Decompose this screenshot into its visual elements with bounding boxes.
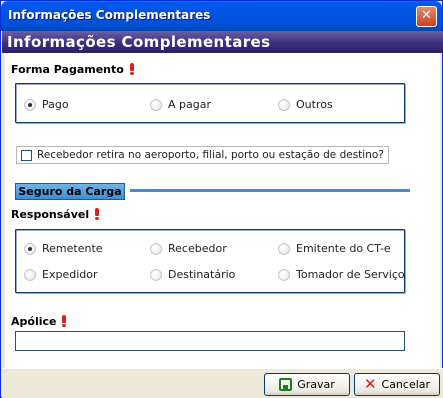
save-icon [279, 378, 293, 391]
radio-icon [24, 268, 36, 281]
header-band: Informações Complementares [2, 31, 443, 53]
radio-label: A pagar [168, 98, 211, 111]
payment-option-outros[interactable]: Outros [278, 98, 333, 111]
radio-icon [278, 242, 290, 255]
save-button[interactable]: Gravar [264, 373, 350, 396]
cancel-button-label: Cancelar [381, 378, 431, 391]
close-icon: ✕ [421, 8, 432, 23]
header-title: Informações Complementares [7, 33, 271, 51]
radio-label: Emitente do CT-e [296, 242, 391, 255]
responsible-option-expedidor[interactable]: Expedidor [24, 268, 97, 281]
radio-label: Destinatário [168, 268, 236, 281]
policy-label-row: Apólice [11, 315, 67, 328]
payment-option-a-pagar[interactable]: A pagar [150, 98, 211, 111]
section-title-seguro: Seguro da Carga [15, 183, 125, 200]
radio-icon [150, 98, 162, 111]
footer-bar: Gravar ✕ Cancelar [2, 368, 443, 398]
cancel-button[interactable]: ✕ Cancelar [354, 373, 440, 396]
checkbox-icon [21, 149, 32, 161]
policy-label: Apólice [11, 315, 57, 328]
radio-icon [278, 98, 290, 111]
required-icon [61, 315, 67, 327]
close-button[interactable]: ✕ [416, 6, 437, 27]
payment-label-row: Forma Pagamento [11, 63, 135, 76]
cancel-icon: ✕ [363, 375, 377, 393]
radio-label: Recebedor [168, 242, 227, 255]
save-button-label: Gravar [297, 378, 335, 391]
responsible-option-destinatario[interactable]: Destinatário [150, 268, 235, 281]
responsible-group: Remetente Recebedor Emitente do CT-e Exp… [15, 229, 405, 293]
pickup-checkbox[interactable]: Recebedor retira no aeroporto, filial, p… [16, 146, 389, 164]
responsible-label-row: Responsável [11, 208, 100, 221]
radio-icon [278, 268, 290, 281]
payment-label: Forma Pagamento [11, 63, 124, 76]
responsible-option-emitente[interactable]: Emitente do CT-e [278, 242, 391, 255]
radio-icon [150, 242, 162, 255]
required-icon [129, 63, 135, 75]
dialog-window: Informações Complementares ✕ Informações… [0, 0, 443, 398]
responsible-option-remetente[interactable]: Remetente [24, 242, 103, 255]
responsible-option-tomador[interactable]: Tomador de Serviço [278, 268, 405, 281]
radio-label: Pago [42, 98, 69, 111]
radio-icon [150, 268, 162, 281]
pickup-checkbox-label: Recebedor retira no aeroporto, filial, p… [37, 149, 384, 161]
policy-input[interactable] [15, 331, 405, 351]
payment-option-pago[interactable]: Pago [24, 98, 69, 111]
section-divider [130, 189, 410, 192]
radio-checked-icon [24, 242, 36, 255]
radio-label: Outros [296, 98, 333, 111]
required-icon [94, 208, 100, 220]
title-bar[interactable]: Informações Complementares ✕ [1, 1, 442, 31]
payment-group: Pago A pagar Outros [15, 83, 405, 123]
radio-checked-icon [24, 98, 36, 111]
form-content: Forma Pagamento Pago A pagar Outros Rece… [5, 53, 440, 368]
responsible-label: Responsável [11, 208, 90, 221]
responsible-option-recebedor[interactable]: Recebedor [150, 242, 227, 255]
radio-label: Remetente [42, 242, 103, 255]
radio-label: Expedidor [42, 268, 98, 281]
window-title: Informações Complementares [8, 8, 211, 22]
radio-label: Tomador de Serviço [296, 268, 405, 281]
